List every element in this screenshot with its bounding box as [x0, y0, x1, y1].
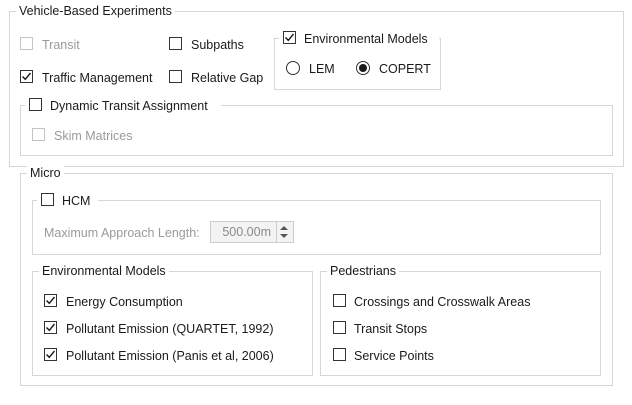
pollutant-panis-checkbox[interactable]	[44, 348, 57, 361]
vehicle-experiments-title: Vehicle-Based Experiments	[16, 4, 175, 18]
crossings-label: Crossings and Crosswalk Areas	[354, 295, 531, 309]
pedestrians-title: Pedestrians	[327, 264, 400, 278]
copert-label: COPERT	[379, 62, 431, 76]
subpaths-label: Subpaths	[191, 38, 244, 52]
relative-gap-checkbox[interactable]	[169, 70, 182, 83]
radio-selected-dot	[359, 64, 367, 72]
vehicle-env-models-checkbox[interactable]	[283, 31, 296, 44]
skim-matrices-checkbox[interactable]	[32, 128, 45, 141]
vehicle-env-models-label: Environmental Models	[304, 32, 428, 46]
hcm-checkbox[interactable]	[41, 193, 54, 206]
relative-gap-label: Relative Gap	[191, 71, 264, 85]
crossings-checkbox[interactable]	[333, 294, 346, 307]
transit-stops-checkbox[interactable]	[333, 321, 346, 334]
dta-label: Dynamic Transit Assignment	[50, 99, 208, 113]
micro-title: Micro	[27, 166, 64, 180]
max-approach-length-spinbox[interactable]: 500.00m	[210, 221, 294, 243]
micro-env-models-title: Environmental Models	[39, 264, 169, 278]
traffic-management-checkbox[interactable]	[20, 70, 33, 83]
pollutant-panis-label: Pollutant Emission (Panis et al, 2006)	[66, 349, 274, 363]
spin-down-icon[interactable]	[280, 234, 288, 238]
max-approach-length-value: 500.00m	[222, 225, 271, 239]
service-points-label: Service Points	[354, 349, 434, 363]
energy-consumption-checkbox[interactable]	[44, 294, 57, 307]
lem-radio[interactable]	[286, 61, 300, 75]
transit-label: Transit	[42, 38, 80, 52]
subpaths-checkbox[interactable]	[169, 37, 182, 50]
energy-consumption-label: Energy Consumption	[66, 295, 183, 309]
skim-matrices-label: Skim Matrices	[54, 129, 133, 143]
spin-arrows[interactable]	[276, 222, 293, 242]
transit-checkbox[interactable]	[20, 37, 33, 50]
traffic-management-label: Traffic Management	[42, 71, 153, 85]
checkmark-icon	[46, 296, 56, 305]
pollutant-quartet-checkbox[interactable]	[44, 321, 57, 334]
max-approach-length-label: Maximum Approach Length:	[44, 226, 200, 240]
checkmark-icon	[46, 350, 56, 359]
checkmark-icon	[285, 33, 295, 42]
pollutant-quartet-label: Pollutant Emission (QUARTET, 1992)	[66, 322, 274, 336]
hcm-label: HCM	[62, 194, 91, 208]
dta-checkbox[interactable]	[29, 98, 42, 111]
service-points-checkbox[interactable]	[333, 348, 346, 361]
transit-stops-label: Transit Stops	[354, 322, 428, 336]
copert-radio[interactable]	[356, 61, 370, 75]
spin-up-icon[interactable]	[280, 226, 288, 230]
lem-label: LEM	[309, 62, 335, 76]
checkmark-icon	[46, 323, 56, 332]
checkmark-icon	[22, 72, 32, 81]
